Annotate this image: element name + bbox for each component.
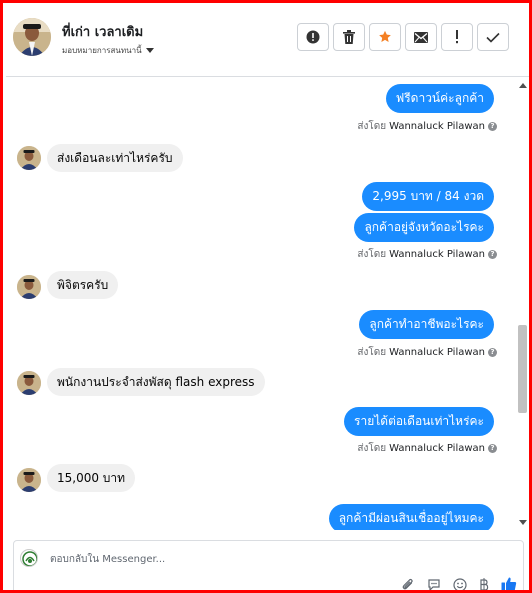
flag-button[interactable] [441,23,473,51]
alert-circle-icon [306,30,320,44]
message-bubble-outgoing[interactable]: ลูกค้าทำอาชีพอะไรคะ [359,310,494,339]
message-thread[interactable]: ฟรีดาวน์ค่ะลูกค้า ส่งโดย Wannaluck Pilaw… [6,78,516,530]
sent-by-label: ส่งโดย Wannaluck Pilawan ? [357,441,497,456]
message-bubble-outgoing[interactable]: ลูกค้าอยู่จังหวัดอะไรคะ [354,213,494,242]
delete-button[interactable] [333,23,365,51]
help-icon[interactable]: ? [488,444,497,453]
sender-name: Wannaluck Pilawan [389,121,485,132]
star-icon [379,30,391,42]
trash-icon [343,30,355,44]
message-bubble-outgoing[interactable]: 2,995 บาท / 84 งวด [362,182,494,211]
envelope-icon [414,31,428,43]
sender-name: Wannaluck Pilawan [389,443,485,454]
sent-by-label: ส่งโดย Wannaluck Pilawan ? [357,119,497,134]
scrollbar-thumb[interactable] [518,325,527,413]
assign-conversation-dropdown[interactable]: มอบหมายการสนทนานี้ [62,44,154,57]
attachment-icon[interactable] [401,577,415,591]
message-bubble-outgoing[interactable]: รายได้ต่อเดือนเท่าไหร่คะ [344,407,494,436]
assign-label: มอบหมายการสนทนานี้ [62,46,142,55]
contact-avatar-small [17,468,41,492]
composer-toolbar [401,576,517,591]
scroll-down-arrow-icon[interactable] [519,520,527,525]
contact-avatar-small [17,146,41,170]
star-button[interactable] [369,23,401,51]
chevron-down-icon [145,48,154,53]
sent-by-label: ส่งโดย Wannaluck Pilawan ? [357,345,497,360]
contact-avatar-small [17,371,41,395]
reply-composer[interactable]: ตอบกลับใน Messenger... [13,540,524,591]
reply-input[interactable]: ตอบกลับใน Messenger... [50,552,165,567]
help-icon[interactable]: ? [488,250,497,259]
sent-by-prefix: ส่งโดย [357,249,387,260]
conversation-header: ที่เก่า เวลาเดิม มอบหมายการสนทนานี้ [6,6,529,77]
check-icon [486,32,500,43]
mark-unread-button[interactable] [405,23,437,51]
chat-bubble-icon[interactable] [427,577,441,590]
message-bubble-outgoing[interactable]: ลูกค้ามีผ่อนสินเชื่ออยู่ไหมคะ [328,504,494,530]
help-icon[interactable]: ? [488,348,497,357]
sender-name: Wannaluck Pilawan [389,249,485,260]
message-bubble-incoming[interactable]: พนักงานประจำส่งพัสดุ flash express [47,368,265,396]
message-bubble-incoming[interactable]: ส่งเดือนละเท่าไหร่ครับ [47,144,183,172]
conversation-toolbar [297,23,509,51]
baht-icon[interactable] [479,577,489,590]
chat-scrollbar[interactable] [516,78,529,530]
emoji-icon[interactable] [453,577,467,590]
thumbs-up-icon[interactable] [501,576,517,590]
scroll-up-arrow-icon[interactable] [519,83,527,88]
report-button[interactable] [297,23,329,51]
sent-by-prefix: ส่งโดย [357,443,387,454]
message-bubble-outgoing[interactable]: ฟรีดาวน์ค่ะลูกค้า [385,84,494,113]
sender-name: Wannaluck Pilawan [389,347,485,358]
exclamation-icon [456,30,458,44]
help-icon[interactable]: ? [488,122,497,131]
sent-by-prefix: ส่งโดย [357,347,387,358]
sent-by-label: ส่งโดย Wannaluck Pilawan ? [357,247,497,262]
contact-avatar-small [17,275,41,299]
page-avatar [20,549,38,567]
contact-avatar[interactable] [13,18,51,56]
contact-name[interactable]: ที่เก่า เวลาเดิม [62,21,143,42]
mark-done-button[interactable] [477,23,509,51]
messenger-panel: ที่เก่า เวลาเดิม มอบหมายการสนทนานี้ ฟรีด… [0,0,532,593]
message-bubble-incoming[interactable]: 15,000 บาท [47,464,136,492]
sent-by-prefix: ส่งโดย [357,121,387,132]
message-bubble-incoming[interactable]: พิจิตรครับ [47,271,119,299]
